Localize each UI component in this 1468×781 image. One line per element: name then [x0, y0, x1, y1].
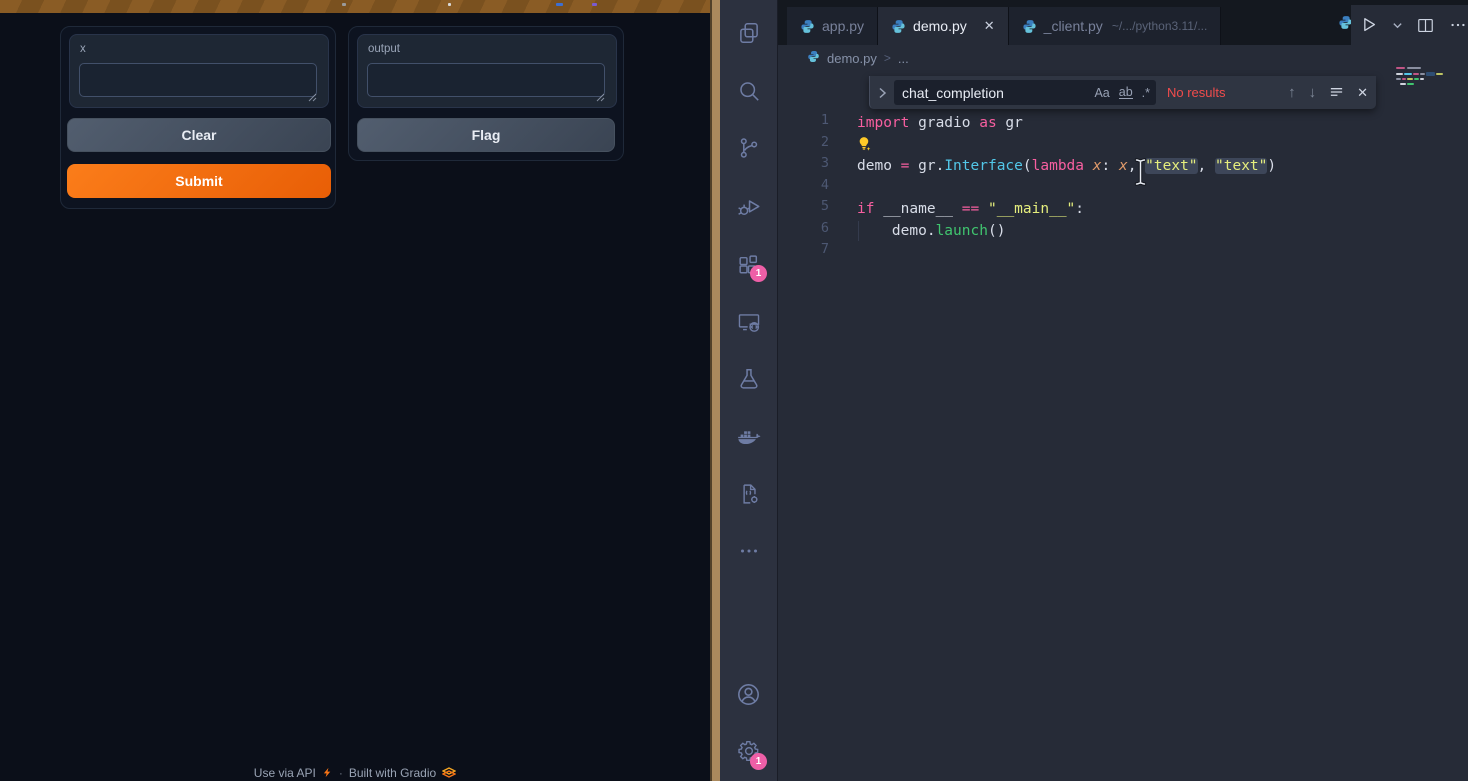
- tab-_client.py[interactable]: _client.py~/.../python3.11/...: [1009, 7, 1222, 45]
- code-line[interactable]: 4: [778, 177, 1468, 199]
- window-edge: [710, 0, 720, 781]
- remote-explorer-icon[interactable]: [720, 298, 777, 346]
- find-input[interactable]: [900, 84, 1085, 102]
- output-group: output Flag: [348, 26, 624, 161]
- python-file-icon: [807, 50, 820, 66]
- footer-separator: ·: [339, 766, 343, 780]
- explorer-copy-icon[interactable]: [720, 9, 777, 57]
- line-number: 3: [778, 155, 829, 171]
- testing-beaker-icon[interactable]: [720, 355, 777, 403]
- breadcrumb-separator-icon: >: [884, 51, 891, 65]
- code-line[interactable]: 3demo = gr.Interface(lambda x: x, "text"…: [778, 155, 1468, 177]
- output-label: output: [368, 43, 400, 55]
- bar-artifact: [556, 3, 563, 6]
- api-bolt-icon: [322, 767, 333, 778]
- built-with-gradio-link[interactable]: Built with Gradio: [349, 766, 436, 780]
- extensions-badge: 1: [750, 265, 767, 282]
- code-line[interactable]: 1import gradio as gr: [778, 112, 1468, 134]
- run-dropdown-icon[interactable]: [1392, 20, 1403, 31]
- line-number: 6: [778, 220, 829, 236]
- use-via-api-link[interactable]: Use via API: [254, 766, 316, 780]
- resize-handle-icon[interactable]: [308, 93, 317, 102]
- run-button-icon[interactable]: [1359, 15, 1379, 35]
- flag-button[interactable]: Flag: [357, 118, 615, 152]
- code-line[interactable]: 7: [778, 241, 1468, 263]
- x-label: x: [80, 43, 86, 55]
- whole-word-icon[interactable]: ab: [1119, 87, 1133, 99]
- editor-more-icon[interactable]: [1448, 15, 1468, 35]
- bar-artifact: [448, 3, 451, 6]
- breadcrumb: demo.py > ...: [778, 45, 1468, 71]
- gradio-logo-icon: [442, 767, 456, 778]
- find-expand-chevron-icon[interactable]: [874, 80, 890, 106]
- regex-icon[interactable]: .*: [1142, 86, 1150, 100]
- breadcrumb-file[interactable]: demo.py: [827, 51, 877, 66]
- code-line[interactable]: 2: [778, 134, 1468, 156]
- run-debug-icon[interactable]: [720, 183, 777, 231]
- find-previous-icon[interactable]: ↑: [1288, 85, 1296, 100]
- resize-handle-icon[interactable]: [596, 93, 605, 102]
- find-next-icon[interactable]: ↓: [1309, 85, 1317, 100]
- bar-artifact: [342, 3, 346, 6]
- tab-strip: app.pydemo.py✕_client.py~/.../python3.11…: [778, 0, 1468, 45]
- find-status: No results: [1167, 85, 1226, 100]
- x-textarea[interactable]: [79, 63, 317, 97]
- find-close-icon[interactable]: ✕: [1357, 85, 1368, 101]
- bar-artifact: [592, 3, 597, 6]
- output-textbox-block: output: [357, 34, 617, 108]
- x-textbox-block: x: [69, 34, 329, 108]
- line-number: 2: [778, 134, 829, 150]
- tab-demo.py[interactable]: demo.py✕: [878, 7, 1009, 45]
- gradio-app: x Clear Submit output Flag Use via API ·: [0, 0, 710, 781]
- python-file-icon: [807, 50, 820, 63]
- activity-bar: 1: [720, 0, 777, 781]
- line-number: 7: [778, 241, 829, 257]
- output-textarea[interactable]: [367, 63, 605, 97]
- breadcrumb-more[interactable]: ...: [898, 51, 909, 66]
- clear-button[interactable]: Clear: [67, 118, 331, 152]
- tab-path: ~/.../python3.11/...: [1112, 19, 1208, 33]
- extensions-icon[interactable]: 1: [720, 241, 777, 289]
- settings-badge: 1: [750, 753, 767, 770]
- tab-bar: app.pydemo.py✕_client.py~/.../python3.11…: [787, 7, 1221, 45]
- find-input-wrap: Aa ab .*: [894, 80, 1156, 105]
- python-file-icon: [891, 19, 906, 34]
- editor-toolbar: [1351, 5, 1468, 45]
- gradio-footer: Use via API · Built with Gradio: [0, 765, 710, 780]
- python-file-icon: [800, 19, 815, 34]
- minimap[interactable]: [1394, 66, 1446, 100]
- find-in-selection-icon[interactable]: [1329, 84, 1344, 102]
- settings-gear-icon[interactable]: 1: [720, 727, 777, 775]
- docker-icon[interactable]: [720, 413, 777, 461]
- code-lines[interactable]: 1import gradio as gr2 3demo = gr.Interfac…: [778, 112, 1468, 263]
- find-widget: Aa ab .* No results ↑ ↓ ✕: [869, 76, 1376, 109]
- account-icon[interactable]: [720, 670, 777, 718]
- tab-app.py[interactable]: app.py: [787, 7, 878, 45]
- code-area[interactable]: 1import gradio as gr2 3demo = gr.Interfac…: [778, 71, 1468, 781]
- line-number: 4: [778, 177, 829, 193]
- tab-close-icon[interactable]: ✕: [984, 18, 995, 34]
- line-number: 5: [778, 198, 829, 214]
- line-number: 1: [778, 112, 829, 128]
- editor: app.pydemo.py✕_client.py~/.../python3.11…: [777, 0, 1468, 781]
- more-views-icon[interactable]: [720, 527, 777, 575]
- indent-guide: [858, 221, 859, 241]
- python-file-icon: [1022, 19, 1037, 34]
- lightbulb-icon[interactable]: [857, 136, 873, 152]
- task-runner-icon[interactable]: [720, 470, 777, 518]
- code-line[interactable]: 6 demo.launch(): [778, 220, 1468, 242]
- match-case-icon[interactable]: Aa: [1094, 86, 1109, 100]
- search-icon[interactable]: [720, 67, 777, 115]
- browser-loading-bar: [0, 0, 710, 13]
- input-group: x Clear Submit: [60, 26, 336, 209]
- submit-button[interactable]: Submit: [67, 164, 331, 198]
- split-editor-icon[interactable]: [1416, 16, 1435, 35]
- source-control-icon[interactable]: [720, 124, 777, 172]
- code-line[interactable]: 5if __name__ == "__main__":: [778, 198, 1468, 220]
- screen: x Clear Submit output Flag Use via API ·: [0, 0, 1468, 781]
